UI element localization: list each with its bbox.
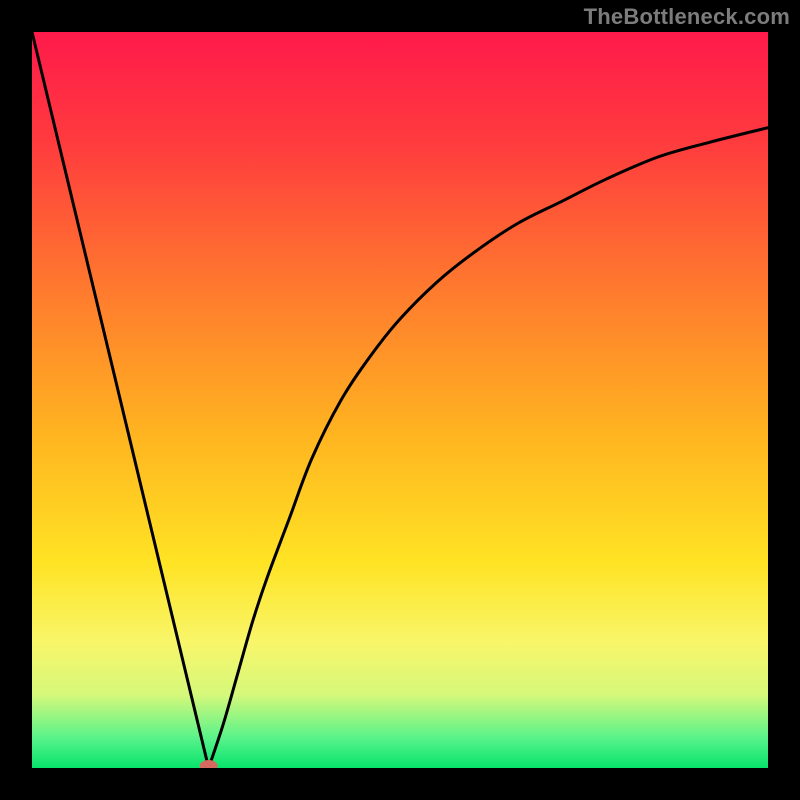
gradient-background <box>32 32 768 768</box>
plot-area <box>32 32 768 768</box>
chart-frame: TheBottleneck.com <box>0 0 800 800</box>
chart-svg <box>32 32 768 768</box>
watermark-text: TheBottleneck.com <box>584 4 790 30</box>
